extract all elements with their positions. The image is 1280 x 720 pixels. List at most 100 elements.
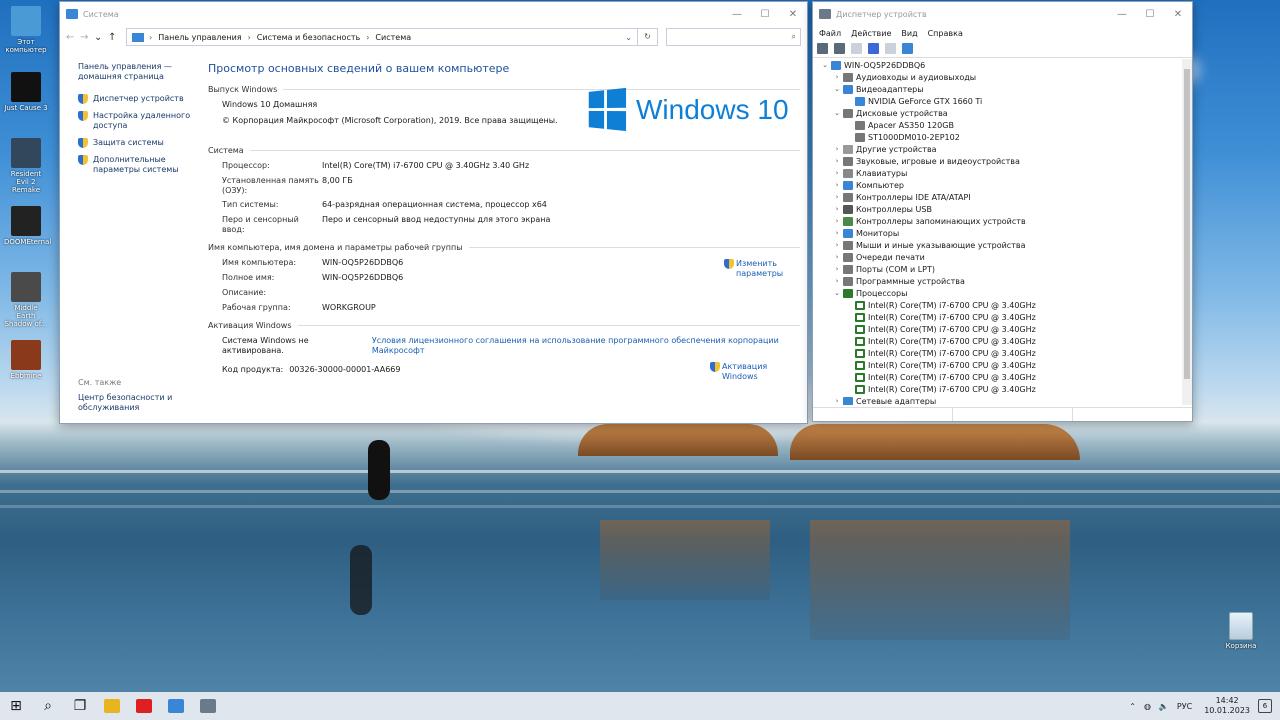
notifications-icon[interactable]: 6 (1258, 699, 1272, 713)
advanced-settings-link[interactable]: Дополнительные параметры системы (78, 155, 198, 175)
search-icon[interactable]: ⌕ (32, 692, 64, 720)
scan-hardware-icon[interactable] (902, 43, 913, 54)
device-item[interactable]: Intel(R) Core(TM) i7-6700 CPU @ 3.40GHz (815, 299, 1181, 311)
device-category[interactable]: ⌄ WIN-OQ5P26DDBQ6 (815, 59, 1181, 71)
tree-scrollbar[interactable] (1182, 59, 1192, 405)
device-category[interactable]: › Контроллеры USB (815, 203, 1181, 215)
device-item[interactable]: Intel(R) Core(TM) i7-6700 CPU @ 3.40GHz (815, 383, 1181, 395)
update-driver-icon[interactable] (885, 43, 896, 54)
device-category[interactable]: › Очереди печати (815, 251, 1181, 263)
menu-help[interactable]: Справка (928, 29, 963, 38)
control-panel-home-link[interactable]: Панель управления — домашняя страница (78, 62, 198, 82)
start-icon[interactable]: ⊞ (0, 692, 32, 720)
device-category[interactable]: ⌄ Процессоры (815, 287, 1181, 299)
address-bar[interactable]: › Панель управления › Система и безопасн… (126, 28, 638, 46)
chevron-up-icon[interactable]: ⌃ (1129, 702, 1136, 711)
device-category[interactable]: › Компьютер (815, 179, 1181, 191)
control-panel-icon[interactable] (160, 692, 192, 720)
device-manager-icon[interactable] (192, 692, 224, 720)
expand-icon[interactable]: › (833, 157, 841, 165)
back-icon[interactable] (817, 43, 828, 54)
device-category[interactable]: › Клавиатуры (815, 167, 1181, 179)
forward-arrow-icon[interactable]: → (80, 32, 94, 43)
breadcrumb-item[interactable]: Панель управления (158, 33, 241, 42)
device-item[interactable]: Intel(R) Core(TM) i7-6700 CPU @ 3.40GHz (815, 335, 1181, 347)
device-category[interactable]: ⌄ Дисковые устройства (815, 107, 1181, 119)
device-item[interactable]: Intel(R) Core(TM) i7-6700 CPU @ 3.40GHz (815, 347, 1181, 359)
system-titlebar[interactable]: Система — ☐ ✕ (60, 2, 807, 26)
expand-icon[interactable]: › (833, 265, 841, 273)
clock[interactable]: 14:42 10.01.2023 (1204, 696, 1250, 716)
maximize-button[interactable]: ☐ (1136, 9, 1164, 20)
device-category[interactable]: › Аудиовходы и аудиовыходы (815, 71, 1181, 83)
file-explorer-icon[interactable] (96, 692, 128, 720)
device-item[interactable]: NVIDIA GeForce GTX 1660 Ti (815, 95, 1181, 107)
network-icon[interactable]: ◍ (1144, 702, 1151, 711)
expand-icon[interactable]: › (833, 229, 841, 237)
device-category[interactable]: › Контроллеры запоминающих устройств (815, 215, 1181, 227)
device-category[interactable]: › Сетевые адаптеры (815, 395, 1181, 405)
device-item[interactable]: Apacer AS350 120GB (815, 119, 1181, 131)
activate-windows-link[interactable]: Активация Windows (710, 362, 800, 382)
change-settings-link[interactable]: Изменить параметры (724, 259, 786, 279)
device-category[interactable]: › Другие устройства (815, 143, 1181, 155)
expand-icon[interactable]: › (833, 145, 841, 153)
breadcrumb-item[interactable]: Система (375, 33, 411, 42)
yandex-browser-icon[interactable] (128, 692, 160, 720)
chevron-down-icon[interactable]: ⌄ (625, 33, 632, 42)
menu-file[interactable]: Файл (819, 29, 841, 38)
breadcrumb-item[interactable]: Система и безопасность (257, 33, 360, 42)
device-manager-link[interactable]: Диспетчер устройств (78, 94, 198, 104)
device-category[interactable]: › Мониторы (815, 227, 1181, 239)
collapse-icon[interactable]: ⌄ (833, 85, 841, 93)
back-arrow-icon[interactable]: ← (66, 32, 80, 43)
expand-icon[interactable]: › (833, 397, 841, 405)
desktop-shortcut[interactable]: Ebbmine (4, 340, 48, 380)
help-icon[interactable] (868, 43, 879, 54)
remote-settings-link[interactable]: Настройка удаленного доступа (78, 111, 198, 131)
license-terms-link[interactable]: Условия лицензионного соглашения на испо… (372, 336, 800, 356)
device-category[interactable]: › Звуковые, игровые и видеоустройства (815, 155, 1181, 167)
forward-icon[interactable] (834, 43, 845, 54)
menu-action[interactable]: Действие (851, 29, 891, 38)
expand-icon[interactable]: › (833, 277, 841, 285)
properties-icon[interactable] (851, 43, 862, 54)
search-input[interactable]: ⌕ (666, 28, 801, 46)
refresh-icon[interactable]: ↻ (638, 28, 658, 46)
expand-icon[interactable]: › (833, 217, 841, 225)
device-category[interactable]: › Контроллеры IDE ATA/ATAPI (815, 191, 1181, 203)
desktop-shortcut[interactable]: Just Cause 3 (4, 72, 48, 112)
scrollbar-thumb[interactable] (1184, 69, 1190, 379)
chevron-down-icon[interactable]: ⌄ (94, 32, 108, 43)
menu-view[interactable]: Вид (901, 29, 917, 38)
close-button[interactable]: ✕ (779, 9, 807, 20)
close-button[interactable]: ✕ (1164, 9, 1192, 20)
expand-icon[interactable]: › (833, 193, 841, 201)
device-item[interactable]: Intel(R) Core(TM) i7-6700 CPU @ 3.40GHz (815, 323, 1181, 335)
language-indicator[interactable]: РУС (1177, 702, 1192, 711)
device-category[interactable]: ⌄ Видеоадаптеры (815, 83, 1181, 95)
device-tree[interactable]: ⌄ WIN-OQ5P26DDBQ6 › Аудиовходы и аудиовыход… (815, 59, 1181, 405)
recycle-bin[interactable]: Корзина (1220, 612, 1262, 650)
desktop-shortcut[interactable]: Этот компьютер (4, 6, 48, 54)
maximize-button[interactable]: ☐ (751, 9, 779, 20)
task-view-icon[interactable]: ❐ (64, 692, 96, 720)
collapse-icon[interactable]: ⌄ (833, 109, 841, 117)
device-item[interactable]: Intel(R) Core(TM) i7-6700 CPU @ 3.40GHz (815, 371, 1181, 383)
minimize-button[interactable]: — (1108, 9, 1136, 20)
device-item[interactable]: Intel(R) Core(TM) i7-6700 CPU @ 3.40GHz (815, 359, 1181, 371)
minimize-button[interactable]: — (723, 9, 751, 20)
desktop-shortcut[interactable]: Resident Evil 2 Remake (4, 138, 48, 194)
device-category[interactable]: › Мыши и иные указывающие устройства (815, 239, 1181, 251)
collapse-icon[interactable]: ⌄ (833, 289, 841, 297)
volume-icon[interactable]: 🔈 (1159, 702, 1169, 711)
device-item[interactable]: ST1000DM010-2EP102 (815, 131, 1181, 143)
expand-icon[interactable]: › (833, 205, 841, 213)
security-center-link[interactable]: Центр безопасности и обслуживания (78, 393, 198, 413)
expand-icon[interactable]: › (833, 253, 841, 261)
expand-icon[interactable]: › (833, 169, 841, 177)
device-category[interactable]: › Программные устройства (815, 275, 1181, 287)
device-item[interactable]: Intel(R) Core(TM) i7-6700 CPU @ 3.40GHz (815, 311, 1181, 323)
expand-icon[interactable]: › (833, 241, 841, 249)
expand-icon[interactable]: › (833, 73, 841, 81)
